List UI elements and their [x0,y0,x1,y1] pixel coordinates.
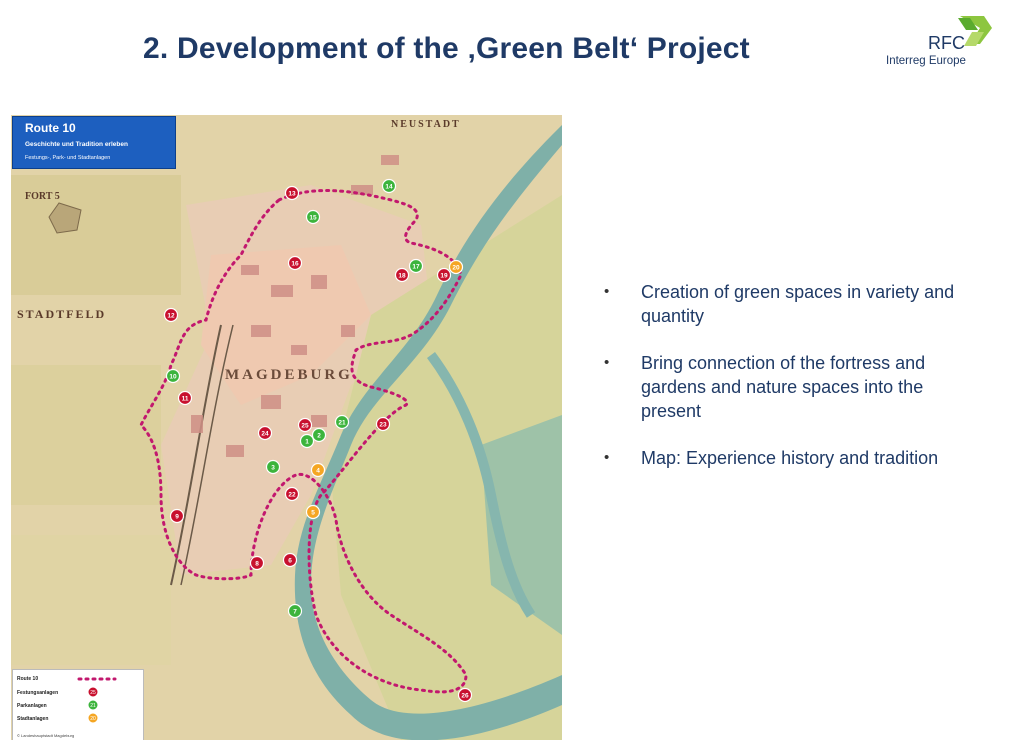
map-marker-number: 17 [412,263,420,270]
map-marker-number: 7 [293,608,297,615]
map-marker-26[interactable]: 26 [457,687,473,703]
map-marker-7[interactable]: 7 [287,603,303,619]
legend-footer: © Landeshauptstadt Magdeburg [17,733,75,738]
map-marker-number: 16 [291,260,299,267]
route-map: FORT 5 STADTFELD MAGDEBURG NEUSTADT Rout… [11,115,562,740]
map-marker-17[interactable]: 17 [408,258,424,274]
map-marker-14[interactable]: 14 [381,178,397,194]
legend-orange-number: 20 [90,716,96,722]
map-marker-21[interactable]: 21 [334,414,350,430]
map-marker-18[interactable]: 18 [394,267,410,283]
bullet-item: • Map: Experience history and tradition [600,446,980,470]
map-marker-number: 12 [167,312,175,319]
legend-green-number: 21 [90,703,96,709]
map-marker-number: 5 [311,509,315,516]
map-marker-22[interactable]: 22 [284,486,300,502]
map-marker-number: 11 [182,395,189,402]
map-marker-number: 6 [288,557,292,564]
map-marker-number: 10 [169,373,177,380]
map-marker-number: 18 [398,272,406,279]
map-marker-number: 19 [440,272,448,279]
map-marker-number: 23 [379,421,387,428]
map-marker-3[interactable]: 3 [265,459,281,475]
map-marker-number: 22 [288,491,296,498]
map-marker-24[interactable]: 24 [257,425,273,441]
slide-title: 2. Development of the ‚Green Belt‘ Proje… [143,32,750,65]
bullet-dot: • [604,283,610,300]
map-legend: Route 10 Festungsanlagen Parkanlagen Sta… [12,669,144,740]
bullet-text: Map: Experience history and tradition [641,448,939,468]
map-marker-number: 1 [305,438,309,445]
map-marker-number: 21 [338,419,346,426]
map-marker-20[interactable]: 20 [448,259,464,275]
rfc-logo: RFC Interreg Europe [884,14,996,74]
map-marker-2[interactable]: 2 [311,427,327,443]
bullet-list: • Creation of green spaces in variety an… [600,280,980,493]
map-marker-8[interactable]: 8 [249,555,265,571]
legend-symbols: 25 21 20 [77,677,117,724]
map-marker-13[interactable]: 13 [284,185,300,201]
map-marker-11[interactable]: 11 [177,390,193,406]
map-marker-number: 3 [271,464,275,471]
logo-text: RFC [928,33,965,53]
map-marker-15[interactable]: 15 [305,209,321,225]
map-marker-1[interactable]: 1 [299,433,315,449]
logo-subtitle: Interreg Europe [886,55,966,67]
map-markers: 123 45678910111213141516 1718 1920212223242… [163,178,473,703]
map-marker-number: 9 [175,513,179,520]
map-marker-number: 8 [255,560,259,567]
map-marker-number: 15 [309,214,317,221]
map-marker-number: 2 [317,432,321,439]
map-marker-number: 14 [385,183,393,190]
legend-red-number: 25 [90,690,96,696]
map-marker-12[interactable]: 12 [163,307,179,323]
map-marker-10[interactable]: 10 [165,368,181,384]
bullet-text: Bring connection of the fortress and gar… [641,353,926,421]
map-marker-5[interactable]: 5 [305,504,321,520]
bullet-dot: • [604,354,610,371]
bullet-item: • Bring connection of the fortress and g… [600,351,980,423]
bullet-text: Creation of green spaces in variety and … [641,282,955,326]
map-marker-25[interactable]: 25 [297,417,313,433]
bullet-dot: • [604,449,610,466]
map-marker-number: 4 [316,467,320,474]
bullet-item: • Creation of green spaces in variety an… [600,280,980,328]
map-marker-6[interactable]: 6 [282,552,298,568]
map-marker-number: 24 [261,430,269,437]
map-marker-16[interactable]: 16 [287,255,303,271]
map-marker-number: 26 [461,692,469,699]
map-marker-number: 20 [452,264,460,271]
map-marker-number: 13 [288,190,296,197]
map-marker-number: 25 [301,422,309,429]
map-marker-23[interactable]: 23 [375,416,391,432]
map-marker-19[interactable]: 19 [436,267,452,283]
map-marker-9[interactable]: 9 [169,508,185,524]
map-marker-4[interactable]: 4 [310,462,326,478]
